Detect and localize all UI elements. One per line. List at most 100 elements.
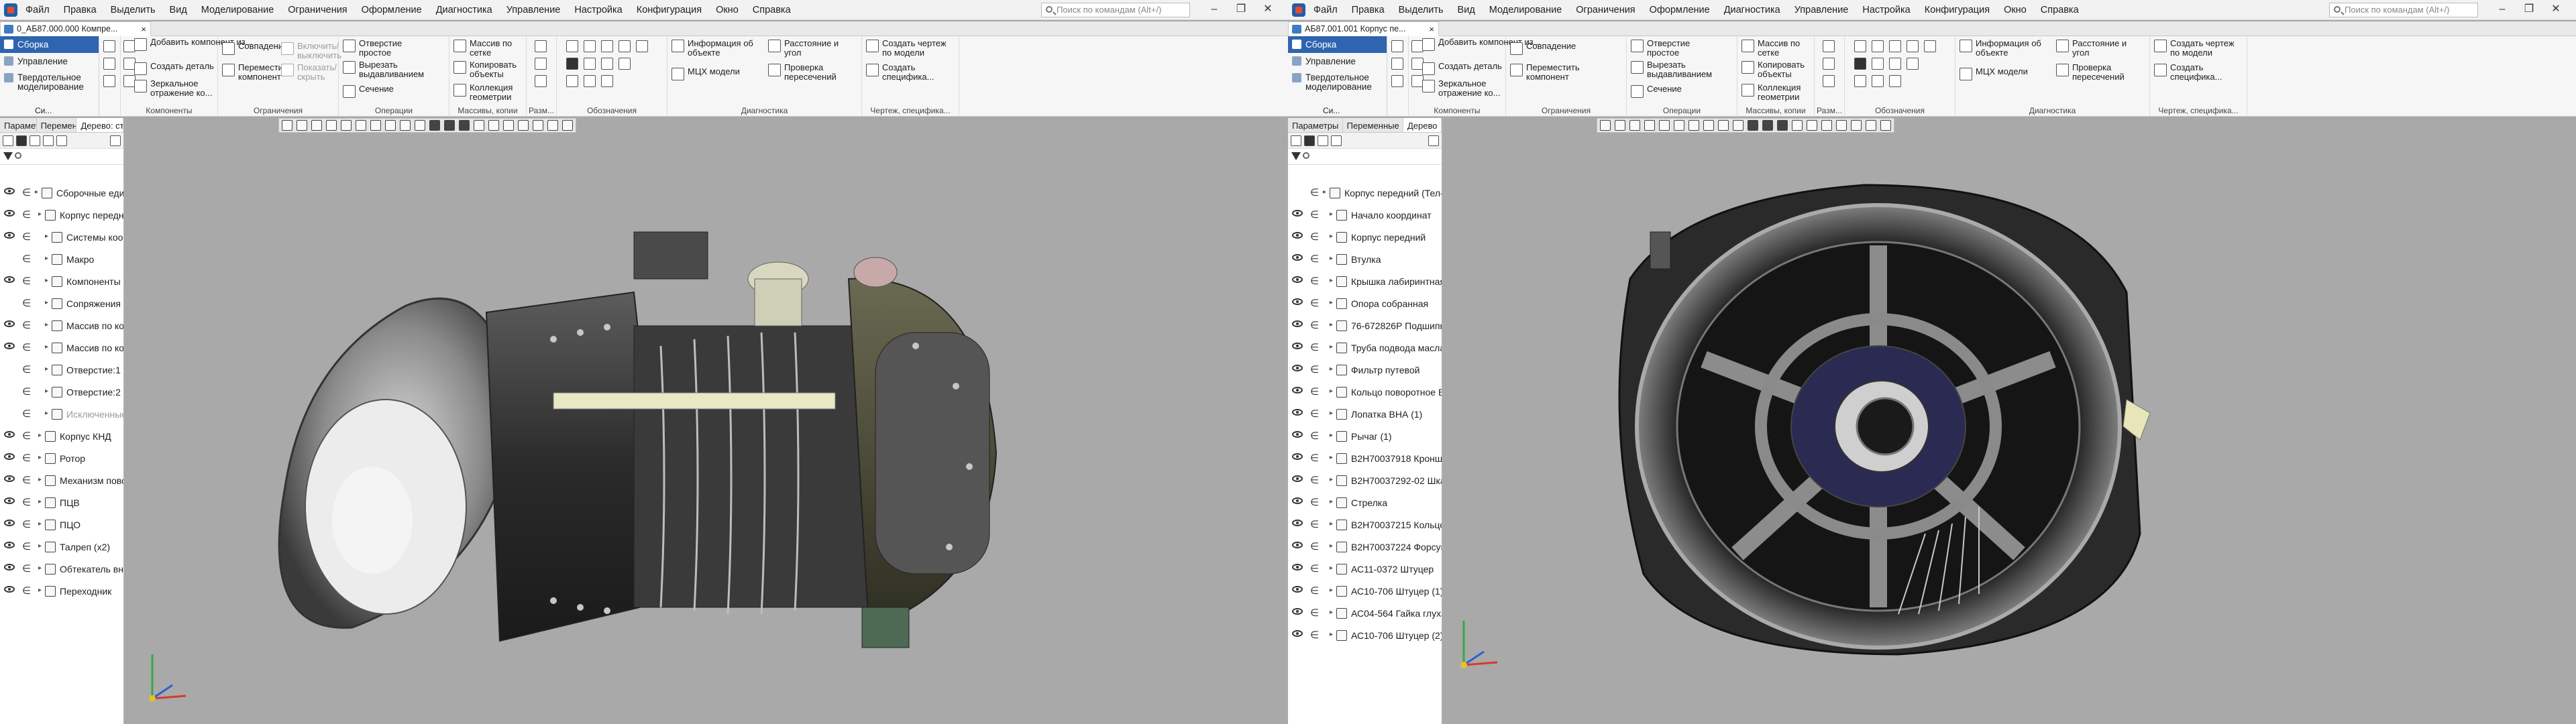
fix-state-icon[interactable]: ∈ [22, 497, 31, 507]
radius-dimension-icon[interactable] [1823, 75, 1835, 87]
dimension-icon[interactable] [535, 40, 547, 52]
view-tool-icon[interactable] [1762, 120, 1773, 131]
visibility-eye-icon[interactable] [4, 276, 15, 283]
toggle-constraints-button[interactable]: Включить/ выключить [280, 42, 341, 60]
fix-state-icon[interactable]: ∈ [1310, 608, 1319, 618]
cut-extrude-button[interactable]: Вырезать выдавливанием [341, 60, 424, 79]
tree-item[interactable]: ∈ ▸ Кольцо поворотное ВНА [1288, 381, 1442, 404]
document-tab[interactable]: АБ87.001.001 Корпус пе... × [1288, 21, 1439, 36]
visibility-eye-icon[interactable] [4, 475, 15, 482]
tree-item[interactable]: ∈ ▸ В2Н70037292-02 Шкала [1288, 470, 1442, 492]
notation-icon-4[interactable] [1907, 40, 1919, 52]
ribbon-tab-solid-modeling[interactable]: Твердотельное моделирование [0, 70, 99, 97]
expand-arrow-icon[interactable]: ▸ [1330, 432, 1333, 439]
view-tool-icon[interactable] [429, 120, 440, 131]
tree-item[interactable]: ∈ ▸ Рычаг (1) [1288, 426, 1442, 448]
create-drawing-button[interactable]: Создать чертеж по модели [865, 39, 957, 58]
tree-build-order-icon[interactable] [1304, 135, 1315, 146]
fix-state-icon[interactable]: ∈ [22, 586, 31, 596]
fix-state-icon[interactable]: ∈ [1310, 365, 1319, 375]
menu-constraints[interactable]: Ограничения [1576, 5, 1635, 15]
view-tool-icon[interactable] [1851, 120, 1862, 131]
check-intersections-button[interactable]: Проверка пересечений [767, 63, 854, 82]
view-tool-icon[interactable] [370, 120, 381, 131]
fix-state-icon[interactable]: ∈ [22, 387, 31, 397]
visibility-eye-icon[interactable] [1292, 320, 1303, 327]
visibility-eye-icon[interactable] [1292, 453, 1303, 460]
menu-edit[interactable]: Правка [64, 5, 97, 15]
fix-state-icon[interactable]: ∈ [22, 431, 31, 441]
visibility-eye-icon[interactable] [4, 188, 15, 194]
visibility-eye-icon[interactable] [1292, 210, 1303, 217]
tree-item[interactable]: ∈ ▸ Ротор [0, 448, 123, 470]
view-tool-icon[interactable] [1688, 120, 1699, 131]
distance-angle-button[interactable]: Расстояние и угол [2055, 39, 2142, 58]
visibility-eye-icon[interactable] [1292, 254, 1303, 261]
menu-configuration[interactable]: Конфигурация [637, 5, 702, 15]
app-logo-icon[interactable] [4, 3, 17, 17]
grid-array-button[interactable]: Массив по сетке [452, 39, 523, 58]
create-spec-button[interactable]: Создать специфика... [2153, 63, 2240, 82]
tree-item[interactable]: ∈ ▸ Лопатка ВНА (1) [1288, 404, 1442, 426]
menu-modeling[interactable]: Моделирование [201, 5, 274, 15]
menu-modeling[interactable]: Моделирование [1489, 5, 1562, 15]
fix-state-icon[interactable]: ∈ [22, 542, 31, 552]
view-tool-icon[interactable] [1880, 120, 1891, 131]
visibility-eye-icon[interactable] [1292, 608, 1303, 615]
dimension-icon[interactable] [1823, 40, 1835, 52]
menu-view[interactable]: Вид [1458, 5, 1475, 15]
visibility-eye-icon[interactable] [1292, 387, 1303, 394]
object-info-button[interactable]: Информация об объекте [670, 39, 764, 58]
view-tool-icon[interactable] [488, 120, 499, 131]
fix-state-icon[interactable]: ∈ [1310, 320, 1319, 330]
tree-item[interactable]: ∈ ▸ В2Н70037215 Кольцо внутрен [1288, 514, 1442, 536]
close-tab-icon[interactable]: × [141, 24, 146, 34]
tree-item[interactable]: ∈ ▸ Втулка [1288, 249, 1442, 271]
expand-arrow-icon[interactable]: ▸ [45, 277, 48, 284]
expand-arrow-icon[interactable]: ▸ [38, 564, 42, 572]
menu-select[interactable]: Выделить [1399, 5, 1444, 15]
tab-tree[interactable]: Дерево: струк... [76, 118, 123, 132]
expand-arrow-icon[interactable]: ▸ [45, 255, 48, 262]
notation-icon-9[interactable] [619, 58, 631, 70]
notation-icon-2[interactable] [1872, 40, 1884, 52]
notation-icon-7[interactable] [1872, 58, 1884, 70]
view-tool-icon[interactable] [326, 120, 337, 131]
notation-icon-8[interactable] [601, 58, 613, 70]
fix-state-icon[interactable]: ∈ [22, 254, 31, 264]
tree-item[interactable]: ∈ ▸ В2Н70037224 Форсунка (1) [1288, 536, 1442, 558]
tree-structure-icon[interactable] [3, 135, 13, 146]
tree-build-order-icon[interactable] [16, 135, 27, 146]
visibility-eye-icon[interactable] [1292, 520, 1303, 526]
tree-item[interactable]: ∈ ▸ Опора собранная [1288, 293, 1442, 315]
view-tool-icon[interactable] [1807, 120, 1817, 131]
menu-view[interactable]: Вид [170, 5, 187, 15]
view-tool-icon[interactable] [1644, 120, 1655, 131]
view-tool-icon[interactable] [1703, 120, 1714, 131]
command-search-input[interactable]: Поиск по командам (Alt+/) [2329, 3, 2478, 17]
angle-dimension-icon[interactable] [1823, 58, 1835, 70]
menu-diagnostics[interactable]: Диагностика [1724, 5, 1780, 15]
menu-help[interactable]: Справка [753, 5, 791, 15]
view-tool-icon[interactable] [1615, 120, 1625, 131]
visibility-eye-icon[interactable] [1292, 298, 1303, 305]
fix-state-icon[interactable]: ∈ [1310, 232, 1319, 242]
create-part-button[interactable]: Создать деталь [1421, 62, 1502, 75]
view-tool-icon[interactable] [1748, 120, 1758, 131]
visibility-eye-icon[interactable] [4, 320, 15, 327]
menu-file[interactable]: Файл [1313, 5, 1338, 15]
visibility-eye-icon[interactable] [4, 453, 15, 460]
create-part-button[interactable]: Создать деталь [133, 62, 214, 75]
expand-arrow-icon[interactable]: ▸ [35, 188, 38, 196]
menu-manage[interactable]: Управление [506, 5, 561, 15]
notation-icon-5[interactable] [1924, 40, 1936, 52]
tree-filter-icon[interactable] [30, 135, 40, 146]
expand-arrow-icon[interactable]: ▸ [1330, 410, 1333, 417]
tree-item[interactable]: ∈ ▸ Массив по концентрической [0, 337, 123, 359]
view-tool-icon[interactable] [297, 120, 307, 131]
view-tool-icon[interactable] [459, 120, 470, 131]
view-tool-icon[interactable] [547, 120, 558, 131]
view-tool-icon[interactable] [1836, 120, 1847, 131]
ribbon-tab-solid-modeling[interactable]: Твердотельное моделирование [1288, 70, 1387, 97]
ribbon-tab-manage[interactable]: Управление [0, 53, 99, 70]
